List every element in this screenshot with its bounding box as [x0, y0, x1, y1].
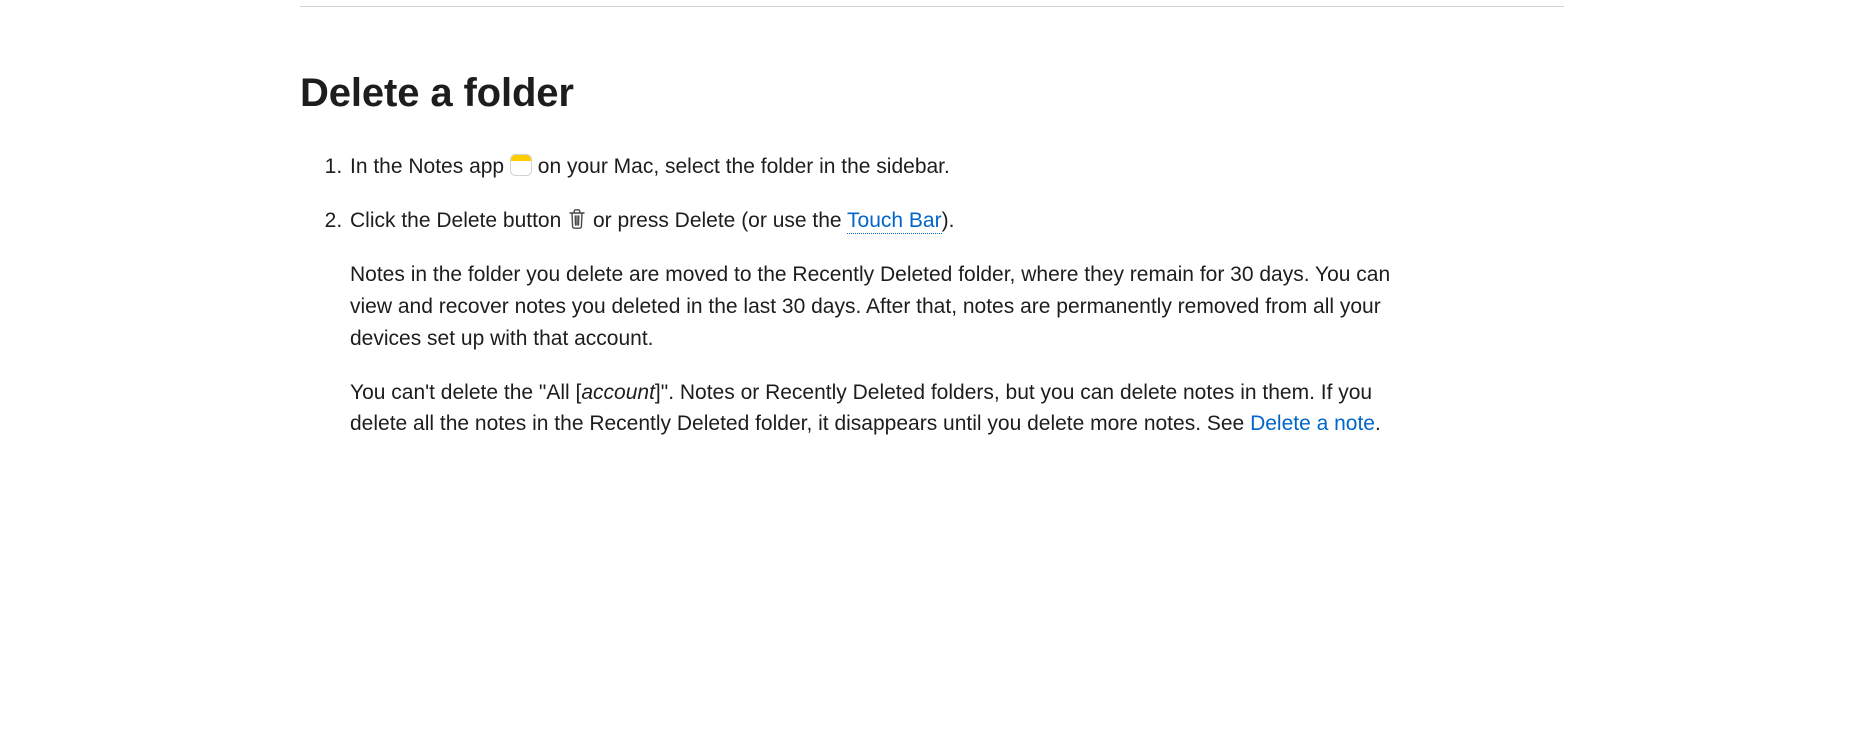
notes-app-icon — [510, 154, 532, 176]
trash-icon — [567, 208, 587, 230]
step-2: Click the Delete button or press Delete … — [348, 205, 1564, 440]
step-1-text-after: on your Mac, select the folder in the si… — [532, 155, 950, 178]
divider — [300, 6, 1564, 7]
step-2-para-1: Notes in the folder you delete are moved… — [350, 259, 1410, 355]
step-2-text-before: Click the Delete button — [350, 209, 567, 232]
step-2-para-2: You can't delete the "All [account]". No… — [350, 377, 1410, 441]
touch-bar-link[interactable]: Touch Bar — [847, 209, 942, 234]
p2-c: . — [1375, 412, 1381, 435]
delete-a-note-link[interactable]: Delete a note — [1250, 412, 1375, 435]
p2-a: You can't delete the "All [ — [350, 381, 581, 404]
step-1-text-before: In the Notes app — [350, 155, 510, 178]
step-2-text-after: ). — [942, 209, 955, 232]
step-1: In the Notes app on your Mac, select the… — [348, 151, 1564, 183]
step-2-text-mid: or press Delete (or use the — [587, 209, 847, 232]
page-title: Delete a folder — [300, 63, 1564, 123]
steps-list: In the Notes app on your Mac, select the… — [300, 151, 1564, 440]
p2-italic: account — [581, 381, 655, 404]
